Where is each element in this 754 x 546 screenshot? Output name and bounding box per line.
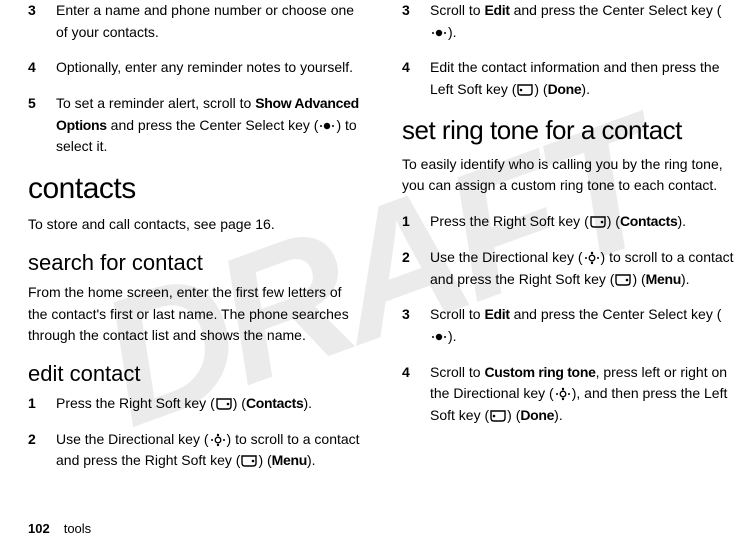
page-number: 102 bbox=[28, 521, 50, 536]
step-text: Press the Right Soft key () (Contacts). bbox=[430, 211, 686, 233]
step-number: 3 bbox=[28, 0, 42, 43]
softkey-label: Contacts bbox=[620, 213, 678, 229]
center-select-key-icon bbox=[430, 329, 448, 343]
directional-key-icon bbox=[554, 386, 572, 400]
step-text: Use the Directional key () to scroll to … bbox=[56, 429, 362, 472]
list-item: 4 Edit the contact information and then … bbox=[402, 57, 736, 100]
step-text: Edit the contact information and then pr… bbox=[430, 57, 736, 100]
page-footer: 102 tools bbox=[28, 521, 91, 536]
section-heading-contacts: contacts bbox=[28, 172, 362, 206]
step-number: 1 bbox=[402, 211, 416, 233]
bold-label: Edit bbox=[484, 2, 509, 18]
step-text: Scroll to Custom ring tone, press left o… bbox=[430, 362, 736, 427]
step-text: Press the Right Soft key () (Contacts). bbox=[56, 393, 312, 415]
softkey-label: Contacts bbox=[246, 395, 304, 411]
right-soft-key-icon bbox=[614, 272, 632, 286]
list-item: 2 Use the Directional key () to scroll t… bbox=[28, 429, 362, 472]
step-number: 1 bbox=[28, 393, 42, 415]
list-item: 2 Use the Directional key () to scroll t… bbox=[402, 247, 736, 290]
step-text: To set a reminder alert, scroll to Show … bbox=[56, 93, 362, 158]
softkey-label: Menu bbox=[272, 452, 307, 468]
step-text: Enter a name and phone number or choose … bbox=[56, 0, 362, 43]
intro-text: To store and call contacts, see page 16. bbox=[28, 214, 362, 236]
center-select-key-icon bbox=[430, 25, 448, 39]
right-soft-key-icon bbox=[240, 453, 258, 467]
softkey-label: Done bbox=[520, 407, 554, 423]
step-number: 3 bbox=[402, 0, 416, 43]
directional-key-icon bbox=[209, 432, 227, 446]
right-soft-key-icon bbox=[589, 214, 607, 228]
bold-label: Edit bbox=[484, 306, 509, 322]
step-text: Optionally, enter any reminder notes to … bbox=[56, 57, 353, 79]
right-column: 3 Scroll to Edit and press the Center Se… bbox=[402, 0, 736, 486]
softkey-label: Menu bbox=[646, 271, 681, 287]
list-item: 1 Press the Right Soft key () (Contacts)… bbox=[28, 393, 362, 415]
list-item: 4 Scroll to Custom ring tone, press left… bbox=[402, 362, 736, 427]
step-number: 4 bbox=[402, 362, 416, 427]
search-description: From the home screen, enter the first fe… bbox=[28, 282, 362, 347]
softkey-label: Done bbox=[548, 81, 582, 97]
step-number: 4 bbox=[28, 57, 42, 79]
step-number: 3 bbox=[402, 304, 416, 347]
list-item: 1 Press the Right Soft key () (Contacts)… bbox=[402, 211, 736, 233]
list-item: 4 Optionally, enter any reminder notes t… bbox=[28, 57, 362, 79]
list-item: 3 Scroll to Edit and press the Center Se… bbox=[402, 0, 736, 43]
left-column: 3 Enter a name and phone number or choos… bbox=[28, 0, 362, 486]
right-soft-key-icon bbox=[215, 396, 233, 410]
directional-key-icon bbox=[583, 250, 601, 264]
subheading-edit: edit contact bbox=[28, 361, 362, 387]
center-select-key-icon bbox=[318, 118, 336, 132]
page-content: 3 Enter a name and phone number or choos… bbox=[0, 0, 754, 486]
step-number: 2 bbox=[402, 247, 416, 290]
step-number: 2 bbox=[28, 429, 42, 472]
bold-label: Custom ring tone bbox=[484, 364, 595, 380]
step-text: Use the Directional key () to scroll to … bbox=[430, 247, 736, 290]
step-number: 4 bbox=[402, 57, 416, 100]
left-soft-key-icon bbox=[489, 408, 507, 422]
section-heading-ringtone: set ring tone for a contact bbox=[402, 115, 736, 146]
left-soft-key-icon bbox=[516, 82, 534, 96]
list-item: 3 Scroll to Edit and press the Center Se… bbox=[402, 304, 736, 347]
subheading-search: search for contact bbox=[28, 250, 362, 276]
list-item: 3 Enter a name and phone number or choos… bbox=[28, 0, 362, 43]
step-text: Scroll to Edit and press the Center Sele… bbox=[430, 304, 736, 347]
step-number: 5 bbox=[28, 93, 42, 158]
step-text: Scroll to Edit and press the Center Sele… bbox=[430, 0, 736, 43]
section-name: tools bbox=[64, 521, 91, 536]
ringtone-intro: To easily identify who is calling you by… bbox=[402, 154, 736, 197]
list-item: 5 To set a reminder alert, scroll to Sho… bbox=[28, 93, 362, 158]
